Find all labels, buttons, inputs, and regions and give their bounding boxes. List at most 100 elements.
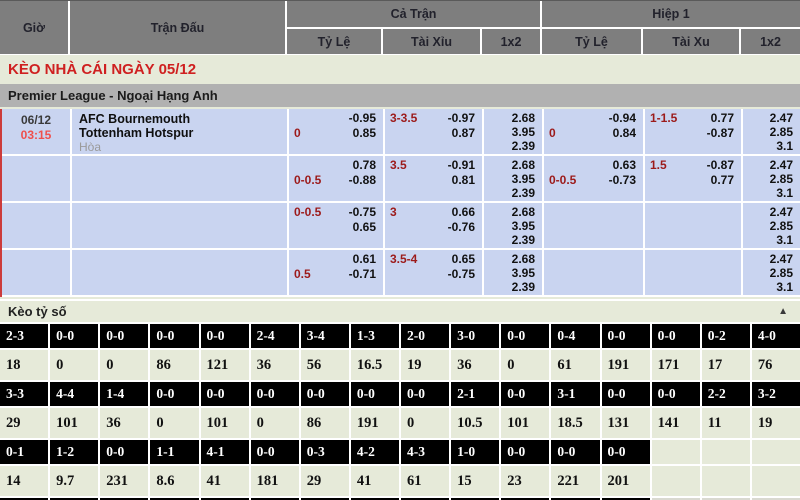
first-half-over-under-cell[interactable]: [645, 203, 741, 248]
score-label[interactable]: 0-0: [602, 324, 650, 348]
full-time-1x2-cell[interactable]: 2.683.952.39: [484, 250, 542, 295]
correct-score-section-header[interactable]: Kèo tỷ số ▲: [0, 299, 800, 321]
score-cell[interactable]: 0-0191: [602, 324, 650, 382]
score-label[interactable]: 2-3: [0, 324, 48, 348]
score-cell[interactable]: 3-118.5: [551, 382, 599, 440]
score-label[interactable]: 0-0: [50, 324, 98, 348]
full-time-1x2-cell[interactable]: 2.683.952.39: [484, 203, 542, 248]
score-label[interactable]: 0-1: [0, 440, 48, 464]
score-cell[interactable]: 0-0191: [351, 382, 399, 440]
first-half-handicap-cell[interactable]: [544, 203, 643, 248]
score-cell[interactable]: 0-00: [150, 382, 198, 440]
first-half-handicap-cell[interactable]: 0.630-0.5-0.73: [544, 156, 643, 201]
score-label[interactable]: 2-4: [251, 324, 299, 348]
score-label[interactable]: 0-4: [551, 324, 599, 348]
full-time-over-under-cell[interactable]: 3-3.5-0.970.87: [385, 109, 482, 154]
full-time-handicap-cell[interactable]: 0.780-0.5-0.88: [289, 156, 383, 201]
score-cell[interactable]: 0-0141: [652, 382, 700, 440]
score-label[interactable]: 0-0: [201, 382, 249, 406]
score-cell[interactable]: 3-036: [451, 324, 499, 382]
score-cell[interactable]: 0-0181: [251, 440, 299, 498]
score-label[interactable]: 0-2: [702, 324, 750, 348]
score-label[interactable]: 0-0: [150, 324, 198, 348]
first-half-over-under-cell[interactable]: 1-1.50.77-0.87: [645, 109, 741, 154]
score-cell[interactable]: 3-219: [752, 382, 800, 440]
score-label[interactable]: 4-0: [752, 324, 800, 348]
score-cell[interactable]: 4-076: [752, 324, 800, 382]
score-label[interactable]: 0-0: [501, 382, 549, 406]
score-label[interactable]: 2-1: [451, 382, 499, 406]
score-label[interactable]: 0-0: [501, 440, 549, 464]
score-cell[interactable]: 0-114: [0, 440, 48, 498]
score-cell[interactable]: 0-023: [501, 440, 549, 498]
score-label[interactable]: 1-2: [50, 440, 98, 464]
score-label[interactable]: 1-0: [451, 440, 499, 464]
score-cell[interactable]: 4-241: [351, 440, 399, 498]
score-label[interactable]: 0-0: [501, 324, 549, 348]
score-label[interactable]: 0-0: [652, 324, 700, 348]
score-cell[interactable]: 2-110.5: [451, 382, 499, 440]
first-half-1x2-cell[interactable]: 2.472.853.1: [743, 250, 800, 295]
first-half-1x2-cell[interactable]: 2.472.853.1: [743, 156, 800, 201]
score-cell[interactable]: 0-461: [551, 324, 599, 382]
score-cell[interactable]: 2-019: [401, 324, 449, 382]
score-cell[interactable]: 2-436: [251, 324, 299, 382]
score-cell[interactable]: 0-329: [301, 440, 349, 498]
score-label[interactable]: 3-3: [0, 382, 48, 406]
score-label[interactable]: 1-1: [150, 440, 198, 464]
score-label[interactable]: 0-3: [301, 440, 349, 464]
score-label[interactable]: 3-0: [451, 324, 499, 348]
score-cell[interactable]: 0-0101: [201, 382, 249, 440]
score-label[interactable]: 3-1: [551, 382, 599, 406]
first-half-over-under-cell[interactable]: 1.5-0.870.77: [645, 156, 741, 201]
score-label[interactable]: 0-0: [652, 382, 700, 406]
score-label[interactable]: 0-0: [602, 440, 650, 464]
score-cell[interactable]: 0-086: [301, 382, 349, 440]
score-cell[interactable]: 0-00: [501, 324, 549, 382]
score-cell[interactable]: 3-456: [301, 324, 349, 382]
score-label[interactable]: 4-4: [50, 382, 98, 406]
score-label[interactable]: 0-0: [351, 382, 399, 406]
score-label[interactable]: 4-3: [401, 440, 449, 464]
score-label[interactable]: 3-2: [752, 382, 800, 406]
score-cell[interactable]: 0-0101: [501, 382, 549, 440]
score-cell[interactable]: 2-318: [0, 324, 48, 382]
score-label[interactable]: 0-0: [100, 440, 148, 464]
score-label[interactable]: 4-2: [351, 440, 399, 464]
first-half-1x2-cell[interactable]: 2.472.853.1: [743, 109, 800, 154]
score-cell[interactable]: 0-086: [150, 324, 198, 382]
score-label[interactable]: 0-0: [150, 382, 198, 406]
score-cell[interactable]: 0-00: [401, 382, 449, 440]
score-label[interactable]: 0-0: [401, 382, 449, 406]
score-cell[interactable]: 0-0201: [602, 440, 650, 498]
score-label[interactable]: 0-0: [100, 324, 148, 348]
score-cell[interactable]: 1-29.7: [50, 440, 98, 498]
score-label[interactable]: 1-3: [351, 324, 399, 348]
score-label[interactable]: 0-0: [301, 382, 349, 406]
score-cell[interactable]: 2-211: [702, 382, 750, 440]
first-half-handicap-cell[interactable]: -0.9400.84: [544, 109, 643, 154]
full-time-over-under-cell[interactable]: 30.66-0.76: [385, 203, 482, 248]
score-cell[interactable]: 0-0131: [602, 382, 650, 440]
score-cell[interactable]: 1-18.6: [150, 440, 198, 498]
score-cell[interactable]: 4-4101: [50, 382, 98, 440]
full-time-handicap-cell[interactable]: 0-0.5-0.750.65: [289, 203, 383, 248]
first-half-1x2-cell[interactable]: 2.472.853.1: [743, 203, 800, 248]
score-cell[interactable]: 4-361: [401, 440, 449, 498]
score-label[interactable]: 4-1: [201, 440, 249, 464]
score-cell[interactable]: 0-0171: [652, 324, 700, 382]
score-label[interactable]: 2-2: [702, 382, 750, 406]
score-label[interactable]: 2-0: [401, 324, 449, 348]
score-cell[interactable]: 0-217: [702, 324, 750, 382]
full-time-over-under-cell[interactable]: 3.5-40.65-0.75: [385, 250, 482, 295]
full-time-handicap-cell[interactable]: -0.9500.85: [289, 109, 383, 154]
score-cell[interactable]: 1-316.5: [351, 324, 399, 382]
full-time-1x2-cell[interactable]: 2.683.952.39: [484, 156, 542, 201]
full-time-over-under-cell[interactable]: 3.5-0.910.81: [385, 156, 482, 201]
full-time-1x2-cell[interactable]: 2.683.952.39: [484, 109, 542, 154]
first-half-handicap-cell[interactable]: [544, 250, 643, 295]
score-cell[interactable]: 0-0231: [100, 440, 148, 498]
full-time-handicap-cell[interactable]: 0.610.5-0.71: [289, 250, 383, 295]
score-label[interactable]: 0-0: [602, 382, 650, 406]
score-label[interactable]: 3-4: [301, 324, 349, 348]
